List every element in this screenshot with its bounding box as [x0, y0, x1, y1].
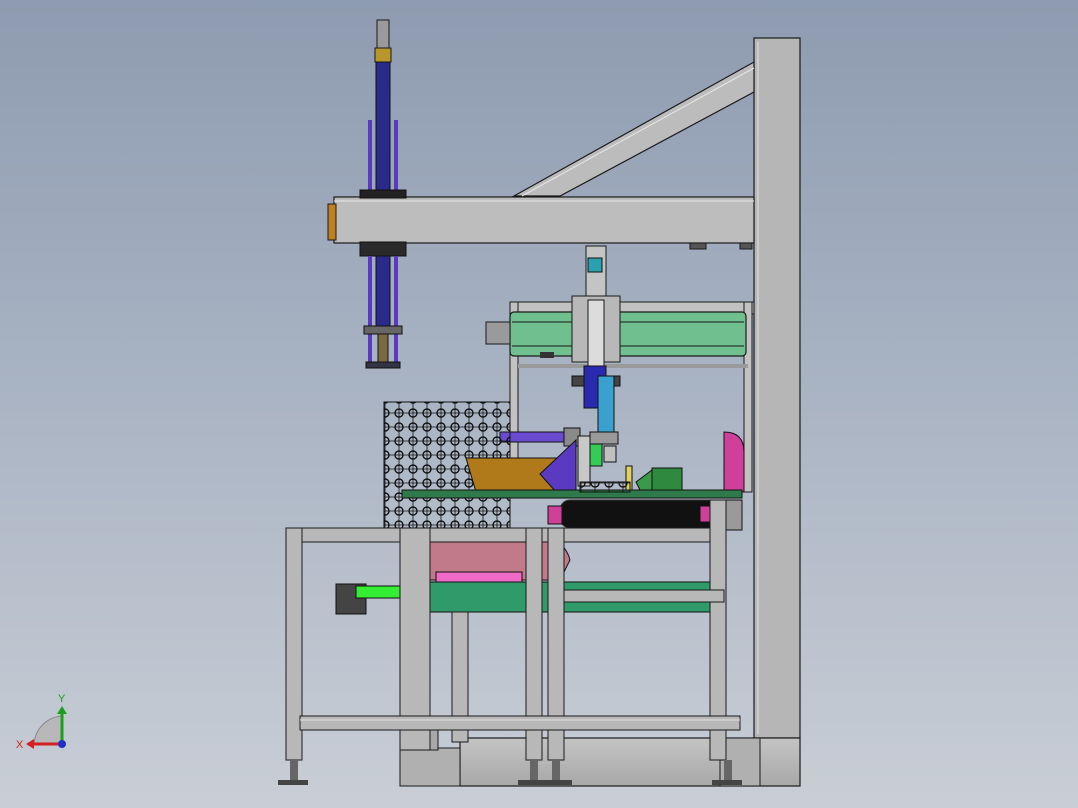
z-axis-dot [58, 740, 66, 748]
diagonal-brace [511, 60, 755, 197]
machine-assembly-drawing: X Y [16, 19, 801, 787]
y-axis-label: Y [58, 693, 66, 705]
left-lift-cylinder [359, 19, 407, 369]
side-guide [723, 431, 745, 493]
cad-viewport[interactable]: X Y [0, 0, 1078, 808]
main-column [753, 37, 801, 739]
x-axis-label: X [16, 739, 24, 751]
coordinate-triad: X Y [16, 693, 67, 751]
clamp-unit [625, 465, 683, 491]
lower-frame [285, 499, 741, 761]
top-beam [327, 196, 755, 250]
